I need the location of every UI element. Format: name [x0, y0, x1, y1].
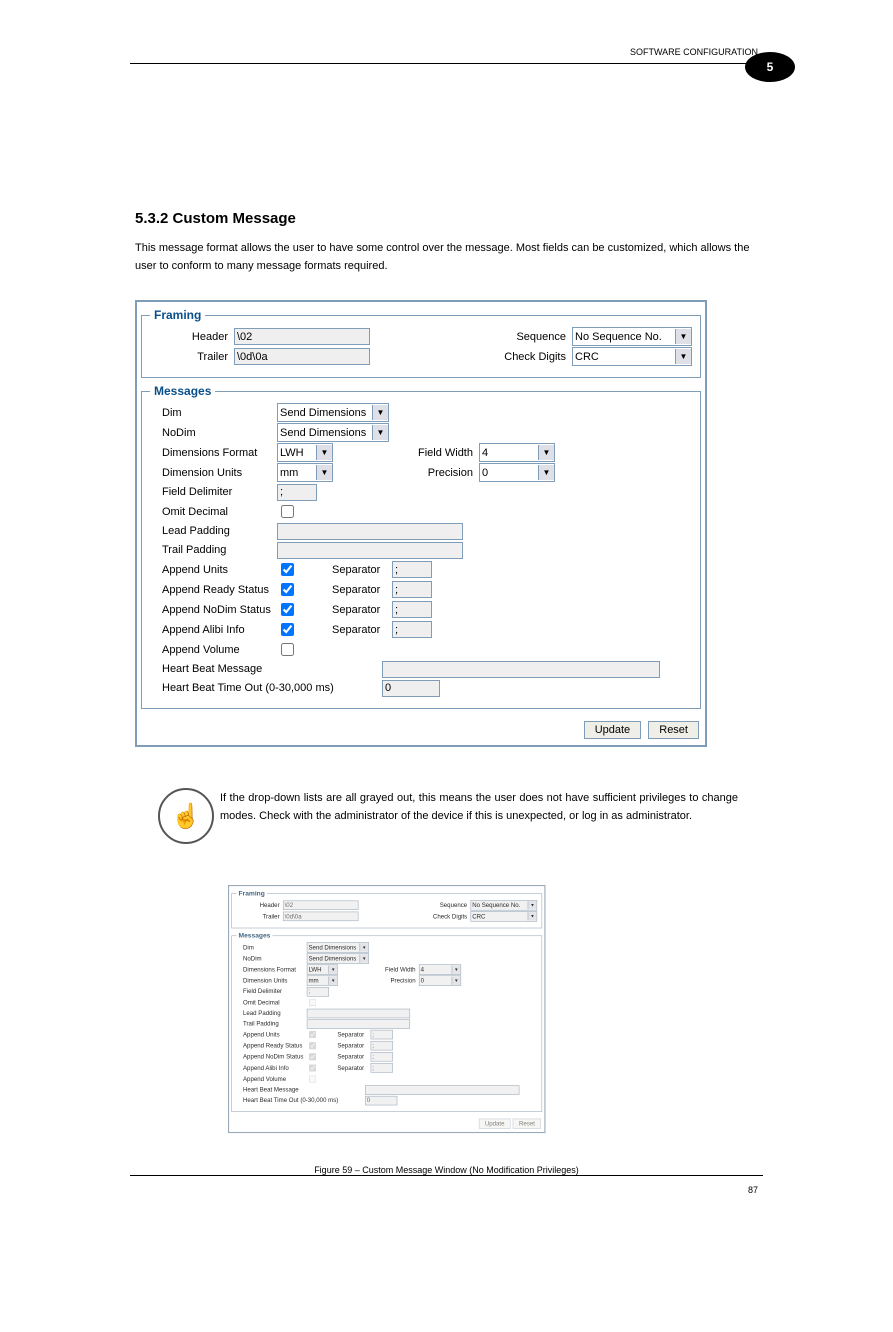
trailer-input[interactable]: [234, 348, 370, 365]
precision-label: Precision: [403, 467, 479, 479]
append-units-sep-input[interactable]: [392, 561, 432, 578]
framing-fieldset: Framing Header Sequence No Sequence No. …: [141, 308, 701, 378]
doc-header-right: SOFTWARE CONFIGURATION: [630, 47, 758, 57]
sequence-select[interactable]: No Sequence No. ▼: [572, 327, 692, 346]
chevron-down-icon: ▼: [538, 445, 554, 460]
fieldwidth-label: Field Width: [403, 447, 479, 459]
separator-label: Separator: [332, 604, 392, 616]
append-nodim-sep-input[interactable]: [392, 601, 432, 618]
separator-label: Separator: [332, 584, 392, 596]
omitdec-label: Omit Decimal: [150, 506, 277, 518]
header-input[interactable]: [234, 328, 370, 345]
header-label: Header: [150, 331, 234, 343]
leadpad-label: Lead Padding: [150, 525, 277, 537]
separator-label: Separator: [332, 564, 392, 576]
precision-select[interactable]: 0 ▼: [479, 463, 555, 482]
append-ready-checkbox[interactable]: [281, 583, 294, 596]
dimformat-select[interactable]: LWH ▼: [277, 443, 333, 462]
append-volume-label: Append Volume: [150, 644, 277, 656]
dim-select[interactable]: Send Dimensions ▼: [277, 403, 389, 422]
sequence-label: Sequence: [488, 331, 572, 343]
hbt-label: Heart Beat Time Out (0-30,000 ms): [150, 682, 382, 694]
dim-label: Dim: [150, 407, 277, 419]
trailer-label: Trailer: [150, 351, 234, 363]
append-nodim-checkbox[interactable]: [281, 603, 294, 616]
append-nodim-label: Append NoDim Status: [150, 604, 277, 616]
append-units-label: Append Units: [150, 564, 277, 576]
messages-legend: Messages: [150, 384, 215, 398]
append-volume-checkbox[interactable]: [281, 643, 294, 656]
chevron-down-icon: ▼: [675, 349, 691, 364]
dimunits-label: Dimension Units: [150, 467, 277, 479]
chevron-down-icon: ▼: [538, 465, 554, 480]
button-bar: Update Reset: [141, 715, 701, 741]
dimunits-select[interactable]: mm ▼: [277, 463, 333, 482]
figure-caption: Figure 59 – Custom Message Window (No Mo…: [135, 1165, 758, 1175]
hbm-input[interactable]: [382, 661, 660, 678]
attention-note: If the drop-down lists are all grayed ou…: [220, 790, 738, 825]
delim-input[interactable]: [277, 484, 317, 501]
chapter-badge: 5: [745, 52, 795, 82]
nodim-label: NoDim: [150, 427, 277, 439]
append-alibi-sep-input[interactable]: [392, 621, 432, 638]
chevron-down-icon: ▼: [316, 465, 332, 480]
chevron-down-icon: ▼: [372, 405, 388, 420]
trailpad-input[interactable]: [277, 542, 463, 559]
nodim-select[interactable]: Send Dimensions ▼: [277, 423, 389, 442]
framing-legend: Framing: [150, 308, 205, 322]
trailpad-label: Trail Padding: [150, 544, 277, 556]
footer-right: 87: [748, 1185, 758, 1195]
delim-label: Field Delimiter: [150, 486, 277, 498]
append-units-checkbox[interactable]: [281, 563, 294, 576]
chevron-down-icon: ▼: [675, 329, 691, 344]
mini-panel-figure: Framing Header Sequence No Sequence No.▼…: [228, 885, 800, 1332]
chevron-down-icon: ▼: [372, 425, 388, 440]
section-heading: 5.3.2 Custom Message: [135, 210, 296, 227]
section-intro: This message format allows the user to h…: [135, 240, 758, 275]
messages-fieldset: Messages Dim Send Dimensions ▼ NoDim Sen…: [141, 384, 701, 709]
checkdigits-label: Check Digits: [488, 351, 572, 363]
append-alibi-checkbox[interactable]: [281, 623, 294, 636]
leadpad-input[interactable]: [277, 523, 463, 540]
hbt-input[interactable]: [382, 680, 440, 697]
reset-button[interactable]: Reset: [648, 721, 699, 739]
top-rule: [130, 63, 763, 64]
append-ready-label: Append Ready Status: [150, 584, 277, 596]
update-button[interactable]: Update: [584, 721, 641, 739]
fieldwidth-select[interactable]: 4 ▼: [479, 443, 555, 462]
omitdec-checkbox[interactable]: [281, 505, 294, 518]
dimformat-label: Dimensions Format: [150, 447, 277, 459]
chevron-down-icon: ▼: [316, 445, 332, 460]
attention-hand-icon: ☝: [158, 788, 214, 844]
append-alibi-label: Append Alibi Info: [150, 624, 277, 636]
append-ready-sep-input[interactable]: [392, 581, 432, 598]
checkdigits-select[interactable]: CRC ▼: [572, 347, 692, 366]
hbm-label: Heart Beat Message: [150, 663, 382, 675]
bottom-rule: [130, 1175, 763, 1176]
separator-label: Separator: [332, 624, 392, 636]
custom-message-panel: Framing Header Sequence No Sequence No. …: [135, 300, 707, 747]
